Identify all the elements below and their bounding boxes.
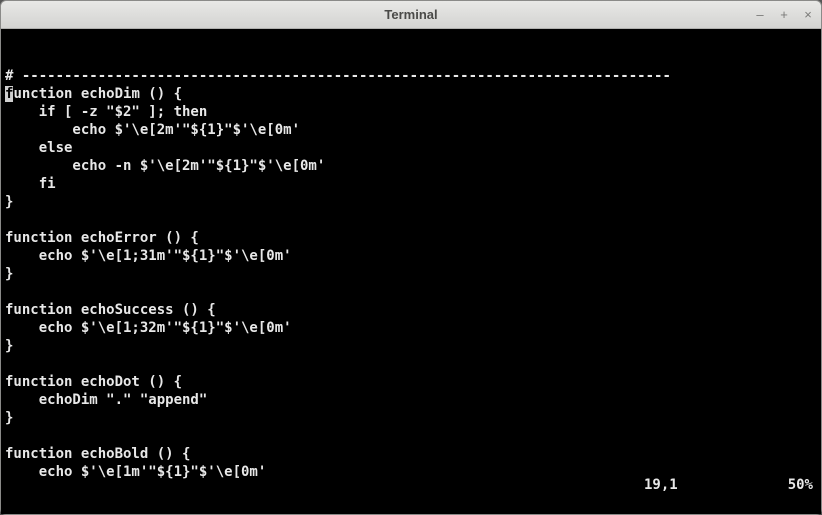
- terminal-line: function echoError () {: [5, 229, 817, 247]
- terminal-line: }: [5, 337, 817, 355]
- terminal-line: }: [5, 409, 817, 427]
- terminal-line: echo $'\e[1;31m'"${1}"$'\e[0m': [5, 247, 817, 265]
- terminal-content: # --------------------------------------…: [5, 67, 817, 481]
- scroll-percent: 50%: [788, 476, 813, 494]
- window-title: Terminal: [384, 7, 437, 22]
- titlebar: Terminal – + ×: [1, 1, 821, 29]
- terminal-body[interactable]: # --------------------------------------…: [1, 29, 821, 514]
- terminal-line: # --------------------------------------…: [5, 67, 817, 85]
- terminal-line: function echoSuccess () {: [5, 301, 817, 319]
- terminal-line: if [ -z "$2" ]; then: [5, 103, 817, 121]
- cursor-position: 19,1: [644, 476, 678, 494]
- vim-status-line: 19,1 50%: [593, 458, 813, 512]
- terminal-line: function echoDot () {: [5, 373, 817, 391]
- terminal-line: [5, 211, 817, 229]
- terminal-line: [5, 355, 817, 373]
- cursor: f: [5, 86, 13, 102]
- terminal-line: fi: [5, 175, 817, 193]
- terminal-line: echo $'\e[2m'"${1}"$'\e[0m': [5, 121, 817, 139]
- terminal-line: function echoDim () {: [5, 85, 817, 103]
- terminal-line: echo $'\e[1;32m'"${1}"$'\e[0m': [5, 319, 817, 337]
- terminal-line: echo -n $'\e[2m'"${1}"$'\e[0m': [5, 157, 817, 175]
- terminal-line: }: [5, 193, 817, 211]
- maximize-button[interactable]: +: [777, 8, 791, 22]
- terminal-line: [5, 283, 817, 301]
- terminal-line: else: [5, 139, 817, 157]
- terminal-line: }: [5, 265, 817, 283]
- terminal-line: echoDim "." "append": [5, 391, 817, 409]
- close-button[interactable]: ×: [801, 8, 815, 22]
- window-controls: – + ×: [753, 1, 815, 28]
- terminal-line: [5, 427, 817, 445]
- terminal-window: Terminal – + × # -----------------------…: [0, 0, 822, 515]
- minimize-button[interactable]: –: [753, 8, 767, 22]
